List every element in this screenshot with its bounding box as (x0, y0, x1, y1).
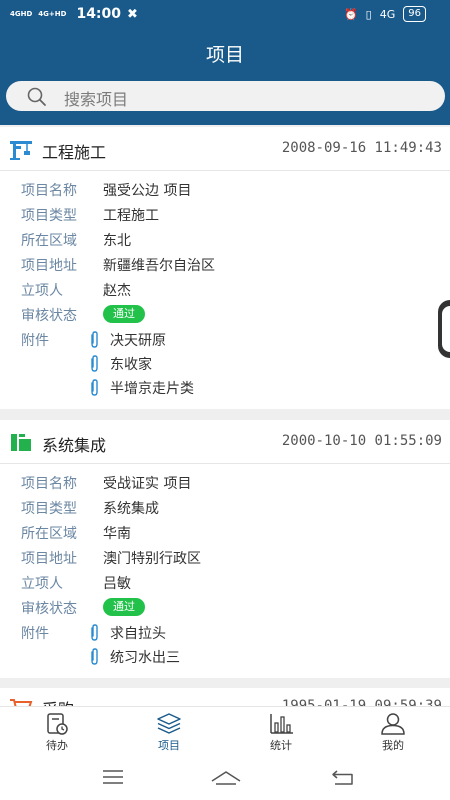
menu-icon[interactable] (102, 768, 124, 786)
search-input[interactable]: 搜索项目 (6, 81, 445, 111)
card-category: 工程施工 (42, 143, 107, 162)
field-label: 项目类型 (21, 501, 77, 517)
bottom-tab-bar: 待办 项目 统计 我的 (0, 706, 450, 758)
tab-todo[interactable]: 待办 (17, 713, 97, 759)
field-label: 项目地址 (21, 258, 77, 274)
field-label: 立项人 (21, 576, 63, 592)
floating-side-handle[interactable] (438, 300, 450, 358)
field-label: 审核状态 (21, 308, 77, 324)
field-label: 项目类型 (21, 208, 77, 224)
paperclip-icon (91, 648, 98, 665)
app-header: 4GHD 4G+HD 14:00 ✖ ⏰ ▯ 4G 96 项目 搜索项目 (0, 0, 450, 125)
card-header: 工程施工 2008-09-16 11:49:43 (0, 127, 450, 171)
tools-icon: ✖ (127, 6, 138, 22)
field-label: 所在区域 (21, 233, 77, 249)
field-value: 工程施工 (103, 208, 159, 224)
field-label: 附件 (21, 333, 49, 349)
project-card[interactable]: 系统集成 2000-10-10 01:55:09 项目名称 受战证实 项目 项目类… (0, 420, 450, 678)
field-value: 赵杰 (103, 283, 131, 299)
network-type: 4G (379, 7, 396, 21)
field-label: 附件 (21, 626, 49, 642)
user-icon (381, 713, 405, 735)
network-indicator: 4GHD (10, 10, 33, 18)
search-placeholder: 搜索项目 (64, 90, 129, 109)
paperclip-icon (91, 379, 98, 396)
project-card[interactable]: 工程施工 2008-09-16 11:49:43 项目名称 强受公边 项目 项目类… (0, 127, 450, 409)
field-label: 审核状态 (21, 601, 77, 617)
home-icon[interactable] (210, 768, 242, 786)
system-integration-icon (11, 434, 31, 451)
status-bar: 4GHD 4G+HD 14:00 ✖ ⏰ ▯ 4G 96 (0, 0, 450, 28)
card-date: 2008-09-16 11:49:43 (281, 140, 442, 156)
attachment-name: 决天研原 (110, 333, 166, 349)
system-nav-bar (0, 758, 450, 800)
clock: 14:00 (76, 6, 122, 22)
card-category: 系统集成 (42, 436, 107, 455)
card-date: 2000-10-10 01:55:09 (281, 433, 442, 449)
tab-statistics[interactable]: 统计 (241, 713, 321, 759)
field-value: 华南 (103, 526, 131, 542)
field-value: 吕敏 (103, 576, 131, 592)
status-badge: 通过 (103, 305, 145, 323)
tab-label: 我的 (382, 739, 404, 752)
field-label: 项目名称 (21, 476, 77, 492)
attachment-name: 统习水出三 (110, 650, 180, 666)
paperclip-icon (91, 331, 98, 348)
battery-indicator: 96 (403, 6, 426, 22)
page-title: 项目 (205, 44, 244, 66)
project-card-partial[interactable]: 采购 1995-01-19 09:59:39 (0, 688, 450, 708)
field-value: 系统集成 (103, 501, 159, 517)
alarm-icon: ⏰ (343, 7, 358, 21)
tab-projects[interactable]: 项目 (129, 713, 209, 759)
field-value: 受战证实 项目 (103, 476, 192, 492)
vibrate-icon: ▯ (365, 7, 372, 21)
field-label: 所在区域 (21, 526, 77, 542)
field-value: 新疆维吾尔自治区 (103, 258, 215, 274)
field-label: 项目名称 (21, 183, 77, 199)
layers-icon (157, 713, 181, 734)
crane-icon (10, 141, 32, 160)
network-indicator-2: 4G+HD (38, 10, 67, 18)
card-header: 系统集成 2000-10-10 01:55:09 (0, 420, 450, 464)
tab-label: 统计 (270, 739, 292, 752)
back-icon[interactable] (331, 768, 355, 786)
attachment-name: 半增京走片类 (110, 381, 194, 397)
bar-chart-icon (270, 714, 293, 734)
paperclip-icon (91, 624, 98, 641)
tab-mine[interactable]: 我的 (353, 713, 433, 759)
field-value: 东北 (103, 233, 131, 249)
todo-icon (47, 713, 68, 735)
field-value: 澳门特别行政区 (103, 551, 201, 567)
attachment-name: 求自拉头 (110, 626, 166, 642)
field-label: 项目地址 (21, 551, 77, 567)
attachment-name: 东收家 (110, 357, 152, 373)
status-badge: 通过 (103, 598, 145, 616)
search-icon (27, 87, 46, 106)
paperclip-icon (91, 355, 98, 372)
field-value: 强受公边 项目 (103, 183, 192, 199)
tab-label: 项目 (158, 739, 180, 752)
tab-label: 待办 (46, 739, 68, 752)
field-label: 立项人 (21, 283, 63, 299)
